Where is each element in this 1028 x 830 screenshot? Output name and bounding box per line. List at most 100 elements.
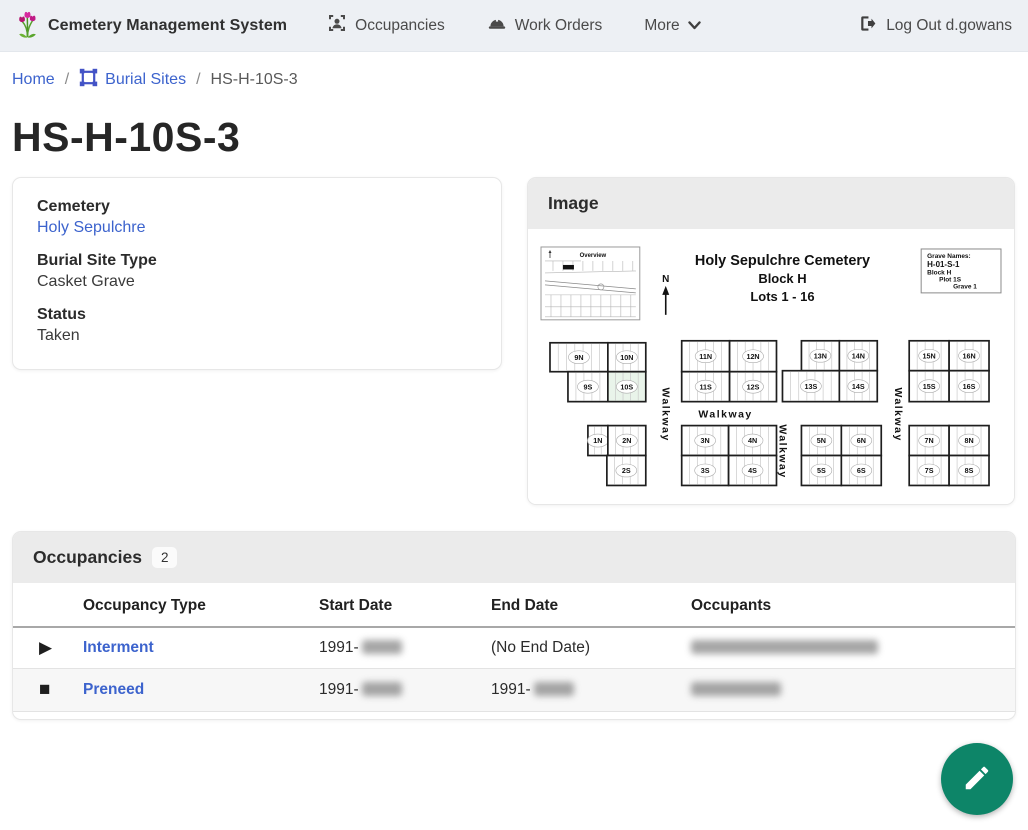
breadcrumb-separator: / <box>65 71 69 89</box>
svg-text:5N: 5N <box>817 437 826 445</box>
column-header: Occupants <box>683 583 1015 627</box>
occupancies-table: Occupancy Type Start Date End Date Occup… <box>13 583 1015 712</box>
svg-text:N: N <box>662 274 669 285</box>
end-date-cell: 1991- <box>483 669 683 712</box>
nav-item-work-orders[interactable]: Work Orders <box>487 7 603 44</box>
svg-text:Block H: Block H <box>927 269 951 276</box>
occupancy-type-link[interactable]: Interment <box>83 639 154 656</box>
svg-text:11N: 11N <box>699 353 712 361</box>
image-card: Image OverviewNHoly Sepulchre CemeteryBl… <box>527 177 1015 505</box>
breadcrumb-separator: / <box>196 71 200 89</box>
svg-text:Lots 1 - 16: Lots 1 - 16 <box>750 289 814 304</box>
field-status: Status Taken <box>37 306 477 345</box>
svg-text:Walkway: Walkway <box>892 387 903 441</box>
breadcrumb-burial-sites-link[interactable]: Burial Sites <box>105 71 186 89</box>
svg-text:H-01-S-1: H-01-S-1 <box>927 260 960 269</box>
pencil-icon <box>962 763 992 796</box>
svg-text:1N: 1N <box>593 437 602 445</box>
breadcrumb: Home / Burial Sites / HS-H-10S-3 <box>0 52 1028 98</box>
svg-text:2S: 2S <box>622 467 631 475</box>
svg-text:3S: 3S <box>701 467 710 475</box>
svg-text:6S: 6S <box>857 467 866 475</box>
svg-text:16S: 16S <box>963 383 976 391</box>
tulip-logo-icon <box>16 8 39 44</box>
breadcrumb-home-link[interactable]: Home <box>12 71 55 89</box>
svg-text:4N: 4N <box>748 437 757 445</box>
svg-text:12N: 12N <box>746 353 759 361</box>
occupants-cell <box>683 627 1015 669</box>
occupancy-row: ■ Preneed 1991-1991- <box>13 669 1015 712</box>
occupancies-header: Occupancies 2 <box>13 532 1015 583</box>
occupancies-count-badge: 2 <box>152 547 178 568</box>
svg-text:14N: 14N <box>852 352 865 360</box>
svg-text:8N: 8N <box>964 437 973 445</box>
field-burial-site-type: Burial Site Type Casket Grave <box>37 252 477 291</box>
svg-text:13S: 13S <box>805 383 818 391</box>
svg-text:Walkway: Walkway <box>660 387 671 441</box>
svg-text:15N: 15N <box>923 352 936 360</box>
image-card-header: Image <box>528 178 1014 229</box>
nav-item-occupancies[interactable]: Occupancies <box>327 7 445 44</box>
svg-text:Walkway: Walkway <box>776 424 787 478</box>
svg-text:4S: 4S <box>748 467 757 475</box>
start-date-cell: 1991- <box>311 669 483 712</box>
site-map-image[interactable]: OverviewNHoly Sepulchre CemeteryBlock HL… <box>528 229 1014 504</box>
occupant-frame-icon <box>327 13 347 38</box>
start-date-cell: 1991- <box>311 627 483 669</box>
redacted-text <box>362 640 402 654</box>
svg-text:10N: 10N <box>620 354 633 362</box>
svg-text:8S: 8S <box>965 467 974 475</box>
page-title: HS-H-10S-3 <box>12 114 1016 161</box>
field-cemetery: Cemetery Holy Sepulchre <box>37 198 477 237</box>
column-header: End Date <box>483 583 683 627</box>
nav-item-more[interactable]: More <box>644 11 700 41</box>
column-header: Start Date <box>311 583 483 627</box>
navbar: Cemetery Management System Occupancies W… <box>0 0 1028 52</box>
column-header: Occupancy Type <box>75 583 311 627</box>
cemetery-block-map: OverviewNHoly Sepulchre CemeteryBlock HL… <box>540 241 1003 494</box>
field-value: Taken <box>37 327 477 345</box>
field-value: Casket Grave <box>37 273 477 291</box>
nav-item-label: Work Orders <box>515 17 603 35</box>
app-brand[interactable]: Cemetery Management System <box>16 8 287 44</box>
occupancy-row: ▶Interment1991-(No End Date) <box>13 627 1015 669</box>
chevron-down-icon <box>688 17 701 35</box>
nav-item-label: More <box>644 17 679 35</box>
logout-label: Log Out d.gowans <box>886 17 1012 35</box>
occupancy-type-link[interactable]: Preneed <box>83 681 144 698</box>
stop-icon[interactable]: ■ <box>21 679 50 701</box>
svg-text:9N: 9N <box>574 354 583 362</box>
svg-text:Plot 1S: Plot 1S <box>939 276 962 283</box>
app-title: Cemetery Management System <box>48 17 287 35</box>
field-label: Cemetery <box>37 198 477 216</box>
occupancies-card: Occupancies 2 Occupancy Type Start Date … <box>12 531 1016 720</box>
burial-plot-icon <box>79 68 98 92</box>
redacted-text <box>534 682 574 696</box>
svg-text:Block H: Block H <box>758 271 806 286</box>
hard-hat-icon <box>487 13 507 38</box>
svg-text:Grave Names:: Grave Names: <box>927 253 971 260</box>
edit-fab-button[interactable] <box>941 743 1013 815</box>
occupancies-title: Occupancies <box>33 547 142 568</box>
logout-button[interactable]: Log Out d.gowans <box>858 14 1012 38</box>
column-header-icon <box>13 583 75 627</box>
svg-text:10S: 10S <box>620 383 633 391</box>
cemetery-link[interactable]: Holy Sepulchre <box>37 219 146 236</box>
svg-text:11S: 11S <box>699 383 712 391</box>
occupants-cell <box>683 669 1015 712</box>
svg-text:9S: 9S <box>584 383 593 391</box>
svg-text:14S: 14S <box>852 383 865 391</box>
svg-text:2N: 2N <box>622 437 631 445</box>
play-icon[interactable]: ▶ <box>21 638 52 658</box>
field-label: Burial Site Type <box>37 252 477 270</box>
svg-text:15S: 15S <box>923 383 936 391</box>
svg-text:7S: 7S <box>925 467 934 475</box>
svg-text:Holy Sepulchre Cemetery: Holy Sepulchre Cemetery <box>695 253 870 269</box>
redacted-text <box>691 640 878 654</box>
svg-text:13N: 13N <box>814 352 827 360</box>
svg-text:16N: 16N <box>962 352 975 360</box>
svg-text:12S: 12S <box>747 383 760 391</box>
svg-text:Grave 1: Grave 1 <box>953 283 977 290</box>
logout-icon <box>858 14 877 38</box>
breadcrumb-current: HS-H-10S-3 <box>211 71 298 89</box>
